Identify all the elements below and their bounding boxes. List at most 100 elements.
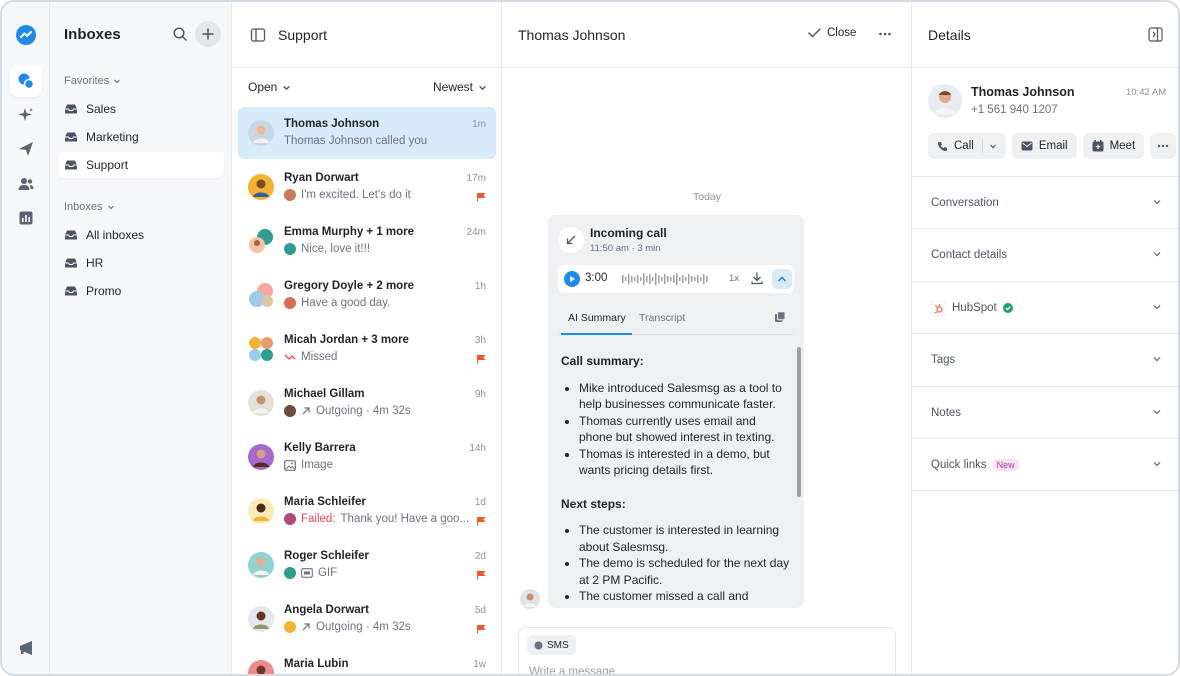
chevron-down-icon (1153, 410, 1161, 415)
conversation-row[interactable]: Michael Gillam 9h Outgoing · 4m 32s (238, 377, 496, 429)
timestamp: 9h (474, 389, 486, 400)
contact-name: Angela Dorwart (284, 604, 369, 616)
collapse-summary-button[interactable] (772, 269, 792, 289)
megaphone-icon[interactable] (10, 632, 42, 664)
message-composer[interactable]: SMS Write a message (518, 627, 896, 674)
section-notes[interactable]: Notes (912, 386, 1178, 439)
tab-ai-summary[interactable]: AI Summary (568, 312, 626, 324)
hubspot-icon (931, 300, 946, 316)
section-conversation[interactable]: Conversation (912, 176, 1178, 229)
contact-actions: Call Email Meet (928, 133, 1177, 159)
timestamp: 1d (474, 497, 486, 508)
avatar (248, 606, 274, 632)
conversation-row[interactable]: Maria Schleifer 1d Failed: Thank you! Ha… (238, 485, 496, 537)
conversation-row[interactable]: Gregory Doyle + 2 more 1h Have a good da… (238, 269, 496, 321)
incoming-call-icon (558, 227, 584, 253)
missed-call-icon (284, 354, 296, 360)
logo-icon[interactable] (15, 24, 37, 46)
section-tags[interactable]: Tags (912, 333, 1178, 386)
nav-item-marketing[interactable]: Marketing (58, 124, 224, 150)
chevron-down-icon (1153, 462, 1161, 467)
conversation-row[interactable]: Roger Schleifer 2d GIF (238, 539, 496, 591)
call-duration: 3:00 (585, 272, 608, 284)
collapse-panel-icon[interactable] (1148, 27, 1163, 42)
flag-icon[interactable] (476, 192, 486, 202)
flag-icon[interactable] (476, 354, 486, 364)
chevron-down-icon[interactable] (989, 142, 997, 150)
inboxes-toggle[interactable]: Inboxes (64, 201, 115, 213)
more-actions-button[interactable] (1150, 133, 1177, 159)
flag-icon[interactable] (476, 624, 486, 634)
summary-scrollbar[interactable] (797, 347, 801, 497)
more-options-icon[interactable] (878, 26, 892, 42)
avatar (248, 120, 274, 146)
sender-avatar (284, 243, 296, 255)
summary-tabs: AI Summary Transcript (558, 307, 794, 335)
playback-speed[interactable]: 1x (729, 273, 739, 284)
inbox-icon (65, 286, 77, 296)
chat-icon[interactable] (10, 65, 42, 97)
conversation-row[interactable]: Thomas Johnson 1m Thomas Johnson called … (238, 107, 496, 159)
chevron-down-icon (1153, 200, 1161, 205)
copy-icon[interactable] (774, 311, 786, 323)
favorites-toggle[interactable]: Favorites (64, 75, 121, 87)
thread-title: Thomas Johnson (518, 27, 626, 43)
sparkle-icon[interactable] (10, 99, 42, 131)
timestamp: 24m (466, 227, 486, 238)
email-label: Email (1038, 140, 1068, 152)
section-label: HubSpot (952, 302, 997, 314)
send-icon[interactable] (10, 133, 42, 165)
nav-item-promo[interactable]: Promo (58, 278, 224, 304)
conversation-row[interactable]: Angela Dorwart 5d Outgoing · 4m 32s (238, 593, 496, 645)
message-preview-row: Outgoing · 4m 32s (284, 621, 411, 633)
reports-icon[interactable] (10, 202, 42, 234)
conversation-row[interactable]: Ryan Dorwart 17m I'm excited. Let's do i… (238, 161, 496, 213)
sender-avatar (284, 513, 296, 525)
summary-item: Thomas is interested in a demo, but want… (579, 446, 791, 479)
conversation-row[interactable]: Kelly Barrera 14h Image (238, 431, 496, 483)
flag-icon[interactable] (476, 516, 486, 526)
sidebar-toggle-icon[interactable] (250, 27, 266, 43)
close-conversation-button[interactable]: Close (808, 27, 856, 39)
channel-selector[interactable]: SMS (527, 635, 576, 655)
conversation-row[interactable]: Emma Murphy + 1 more 24m Nice, love it!!… (238, 215, 496, 267)
timestamp: 5d (474, 605, 486, 616)
summary-item: Mike introduced Salesmsg as a tool to he… (579, 380, 791, 413)
nav-item-sales[interactable]: Sales (58, 96, 224, 122)
nav-item-all-inboxes[interactable]: All inboxes (58, 222, 224, 248)
nav-item-label: Marketing (86, 130, 139, 144)
list-title: Support (278, 26, 328, 43)
download-icon[interactable] (750, 271, 764, 285)
message-preview: Nice, love it!!! (301, 243, 371, 255)
conversation-row[interactable]: Micah Jordan + 3 more 3h Missed (238, 323, 496, 375)
nav-item-hr[interactable]: HR (58, 250, 224, 276)
contacts-icon[interactable] (10, 168, 42, 200)
message-preview-row: Failed: Thank you! Have a goo... (284, 513, 469, 525)
section-quick-links[interactable]: Quick links New (912, 438, 1178, 491)
search-icon[interactable] (172, 26, 188, 42)
section-hubspot[interactable]: HubSpot (912, 281, 1178, 334)
nav-item-label: Sales (86, 102, 117, 116)
play-button[interactable] (564, 271, 580, 287)
sort-filter-label: Newest (432, 80, 473, 94)
section-contact-details[interactable]: Contact details (912, 228, 1178, 281)
inboxes-panel: Inboxes Favorites Sales Marketing Suppor… (50, 2, 232, 674)
conversation-row[interactable]: Maria Lubin 1w (238, 647, 496, 674)
status-filter[interactable]: Open (248, 80, 291, 94)
nav-item-support[interactable]: Support (58, 152, 224, 178)
inbox-icon (65, 230, 77, 240)
contact-name: Roger Schleifer (284, 550, 369, 562)
waveform[interactable] (622, 271, 714, 287)
meet-button[interactable]: Meet (1082, 133, 1145, 159)
message-preview: Have a good day. (301, 297, 391, 309)
call-button[interactable]: Call (928, 133, 1006, 159)
call-summary: Call summary: Mike introduced Salesmsg a… (561, 353, 791, 608)
tab-transcript[interactable]: Transcript (639, 312, 685, 324)
email-button[interactable]: Email (1011, 133, 1077, 159)
verified-icon (1002, 303, 1013, 313)
sender-avatar (284, 621, 296, 633)
message-preview-row: Missed (284, 351, 337, 363)
flag-icon[interactable] (476, 570, 486, 580)
add-inbox-button[interactable] (195, 21, 221, 47)
sort-filter[interactable]: Newest (433, 80, 487, 94)
